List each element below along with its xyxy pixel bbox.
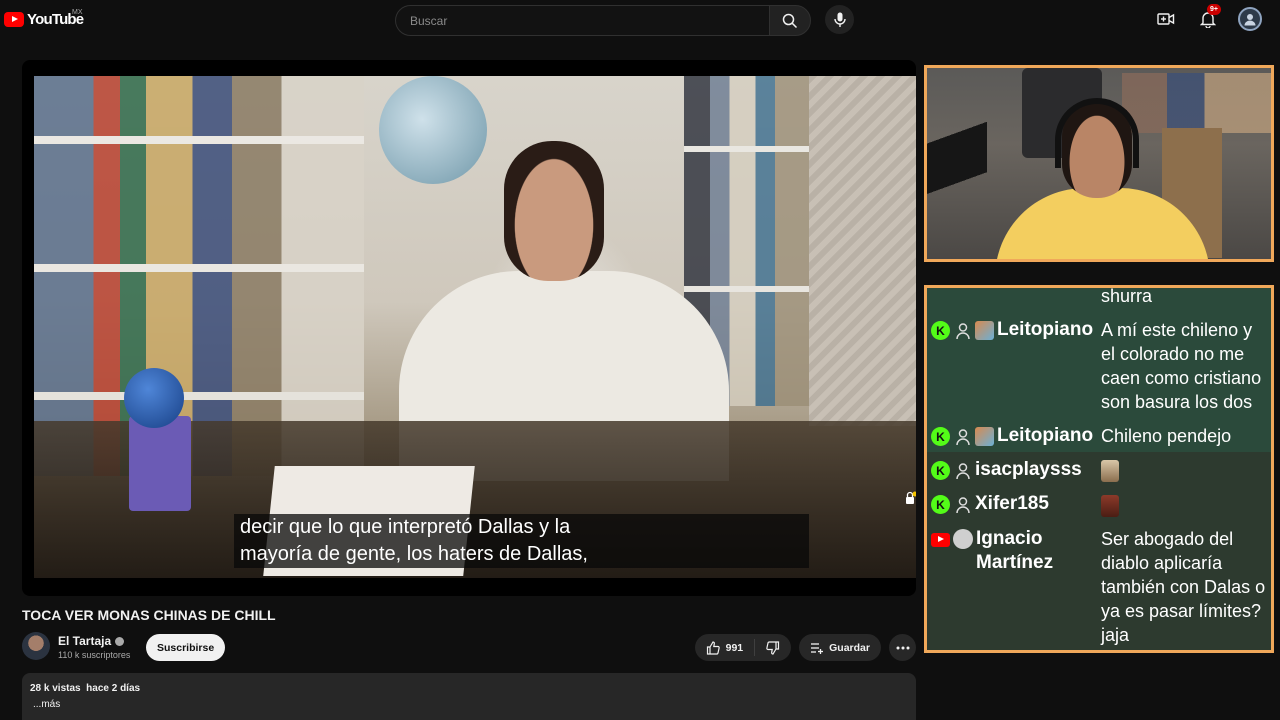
channel-avatar[interactable] [22, 632, 50, 660]
playlist-add-icon [811, 642, 824, 654]
chat-message: K Xifer185 [927, 486, 1271, 521]
chat-message-author: K isacplaysss [931, 456, 1101, 482]
webcam-scene-posters [1122, 73, 1271, 133]
subscriber-count: 110 k suscriptores [58, 650, 131, 660]
person-icon [953, 461, 972, 480]
chat-message-text: A mí este chileno y el colorado no me ca… [1101, 320, 1262, 412]
like-button[interactable]: 991 [695, 634, 755, 661]
video-scene-bookshelf-left [34, 76, 364, 476]
video-scene-ball [124, 368, 184, 428]
chat-emote [1101, 494, 1119, 517]
stream-chat-overlay: aplastado como el shurra K Leitopiano A … [924, 285, 1274, 653]
kick-logo-icon: K [931, 495, 950, 515]
user-avatar [975, 427, 994, 446]
more-actions-button[interactable] [889, 634, 916, 661]
chat-message-author: Ignacio Martínez [931, 525, 1101, 647]
chat-message: K Leitopiano A mí este chileno y el colo… [927, 312, 1271, 418]
create-video-icon [1157, 13, 1175, 25]
user-avatar-icon [1244, 14, 1256, 26]
kick-logo-icon: K [931, 427, 950, 446]
subscribe-button[interactable]: Suscribirse [146, 634, 226, 661]
person-icon [953, 495, 972, 514]
chat-message-text [1101, 456, 1267, 483]
chat-message-author: K Leitopiano [931, 422, 1101, 448]
dislike-button[interactable] [755, 634, 791, 661]
chat-username: Leitopiano [997, 425, 1094, 446]
like-dislike-group: 991 [694, 634, 792, 661]
chat-message-text: Ser abogado del diablo aplicaría también… [1101, 528, 1266, 645]
chat-message: K Leitopiano Chileno pendejo [927, 418, 1271, 452]
chat-message-author: K Leitopiano [931, 316, 1101, 414]
chat-username: isacplaysss [975, 459, 1082, 480]
verified-check-icon [115, 636, 125, 646]
info-lock-icon[interactable] [904, 491, 916, 505]
chat-message: K isacplaysss [927, 452, 1271, 487]
video-title: TOCA VER MONAS CHINAS DE CHILL [22, 607, 276, 623]
caption-line: decir que lo que interpretó Dallas y la [240, 516, 571, 538]
channel-name: El Tartaja [58, 634, 112, 648]
show-more-link[interactable]: ...más [33, 699, 908, 710]
chat-username: Leitopiano [997, 319, 1094, 340]
youtube-logo[interactable]: YouTube MX [4, 9, 84, 28]
video-player[interactable]: decir que lo que interpretó Dallas y la … [22, 60, 916, 596]
person-icon [953, 321, 972, 340]
streamer-webcam [924, 65, 1274, 262]
microphone-icon [833, 12, 846, 27]
description-box[interactable]: 28 k vistas hace 2 días ...más [22, 673, 916, 720]
chat-message-text: Chileno pendejo [1101, 426, 1232, 446]
youtube-logo-icon [931, 532, 950, 547]
chat-username: Ignacio Martínez [976, 527, 1054, 573]
person-icon [953, 427, 972, 446]
header-actions: 9+ [1154, 4, 1262, 31]
chat-message: aplastado como el shurra [927, 286, 1271, 312]
like-count: 991 [725, 641, 744, 654]
chat-messages: aplastado como el shurra K Leitopiano A … [927, 286, 1271, 650]
search-icon [782, 13, 798, 28]
webcam-scene-microphone [927, 83, 987, 259]
thumbs-up-icon [706, 640, 720, 655]
thumbs-down-icon [766, 640, 780, 655]
user-avatar [975, 321, 994, 340]
chat-message-text [1101, 490, 1267, 517]
chat-username: Xifer185 [975, 493, 1049, 515]
views-and-date: 28 k vistas hace 2 días [30, 683, 141, 694]
video-frame: decir que lo que interpretó Dallas y la … [34, 76, 916, 578]
video-scene-cup [129, 416, 191, 511]
channel-row: El Tartaja 110 k suscriptores Suscribirs… [22, 632, 916, 664]
voice-search-button[interactable] [825, 5, 854, 34]
caption-line: mayoría de gente, los haters de Dallas, [240, 543, 588, 565]
video-scene-person-head [504, 141, 604, 281]
save-button[interactable]: Guardar [799, 634, 881, 661]
chat-emote [1101, 460, 1119, 483]
channel-name-link[interactable]: El Tartaja [58, 634, 125, 648]
kick-logo-icon: K [931, 461, 950, 480]
video-scene-mattress [809, 76, 916, 426]
video-actions: 991 Guardar [694, 634, 916, 661]
top-bar: YouTube MX 9+ [0, 0, 1280, 42]
video-scene-globe [379, 76, 487, 184]
user-avatar [953, 528, 973, 549]
account-avatar[interactable] [1238, 7, 1262, 31]
save-label: Guardar [829, 641, 870, 654]
search-bar [395, 5, 811, 36]
search-button[interactable] [769, 5, 811, 36]
create-button[interactable] [1154, 7, 1178, 31]
kick-logo-icon: K [931, 321, 950, 340]
chat-message-author: K Xifer185 [931, 490, 1101, 516]
notifications-button[interactable]: 9+ [1196, 4, 1221, 31]
search-input[interactable] [395, 5, 769, 36]
notification-badge: 9+ [1207, 4, 1221, 15]
chat-message-text: aplastado como el shurra [1101, 286, 1153, 306]
youtube-play-icon [4, 12, 24, 27]
chat-message-author [931, 288, 1101, 308]
video-captions: decir que lo que interpretó Dallas y la … [234, 514, 809, 568]
chat-message: Ignacio Martínez Ser abogado del diablo … [927, 520, 1271, 650]
more-horizontal-icon [896, 646, 909, 649]
country-code: MX [72, 9, 83, 16]
